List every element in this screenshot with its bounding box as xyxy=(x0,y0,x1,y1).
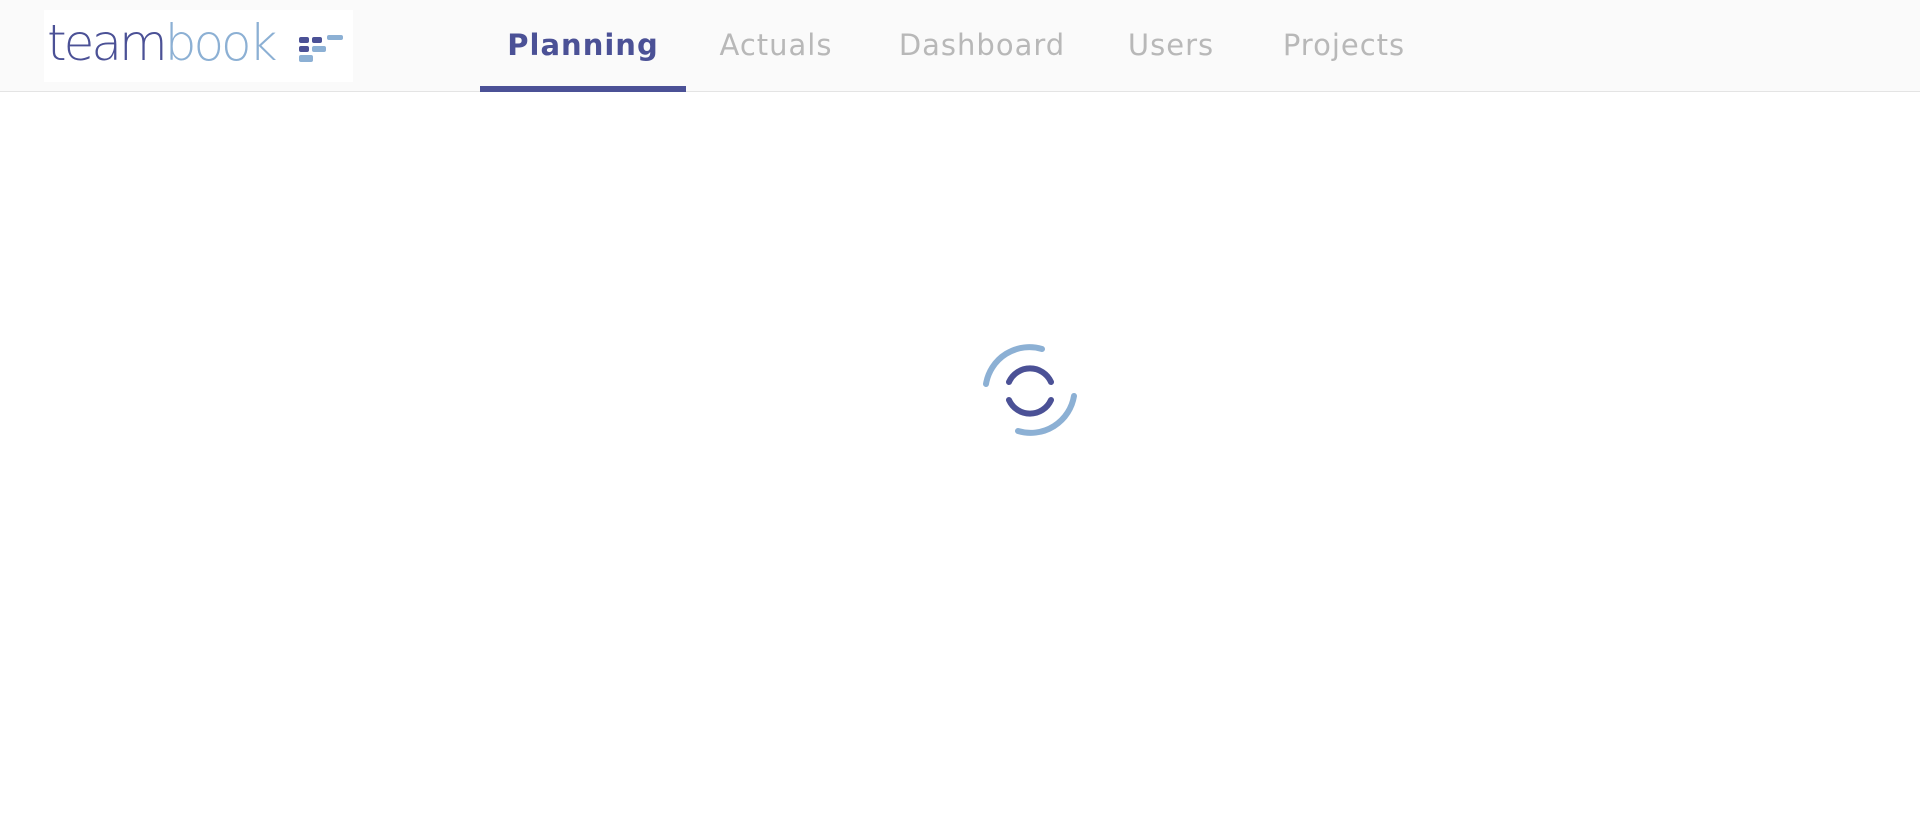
top-navigation-bar: teambook Planning Actuals Dashboard User… xyxy=(0,0,1920,92)
main-nav-tabs: Planning Actuals Dashboard Users Project… xyxy=(480,0,1444,92)
logo-wordmark: teambook xyxy=(47,14,278,72)
tab-users[interactable]: Users xyxy=(1098,0,1244,92)
loading-spinner-icon xyxy=(983,344,1077,436)
tab-actuals-label: Actuals xyxy=(719,28,833,62)
logo-bars-icon xyxy=(299,35,343,62)
tab-projects-label: Projects xyxy=(1282,28,1406,62)
tab-actuals[interactable]: Actuals xyxy=(686,0,866,92)
tab-projects[interactable]: Projects xyxy=(1244,0,1444,92)
tab-users-label: Users xyxy=(1127,28,1215,62)
tab-planning-label: Planning xyxy=(507,28,659,62)
tab-dashboard[interactable]: Dashboard xyxy=(866,0,1098,92)
teambook-logo[interactable]: teambook xyxy=(44,10,353,82)
tab-dashboard-label: Dashboard xyxy=(898,28,1066,62)
tab-planning[interactable]: Planning xyxy=(480,0,686,92)
